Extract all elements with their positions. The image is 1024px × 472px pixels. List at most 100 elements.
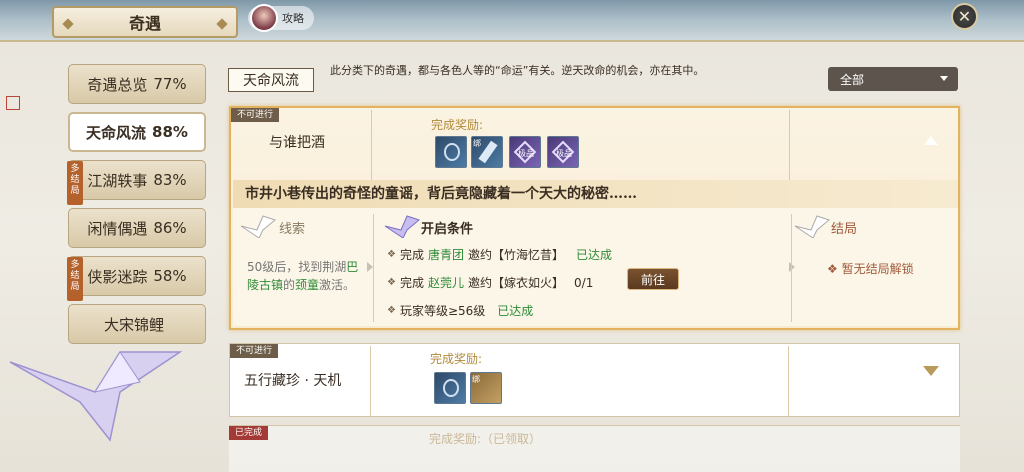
seal-stamp-icon — [6, 96, 20, 110]
condition-text: 邀约【竹海忆昔】 — [468, 248, 565, 262]
bullet-icon: ❖ — [827, 262, 838, 276]
clue-text: 50级后，找到荆湖巴陵古镇的颈童激活。 — [247, 258, 359, 294]
card-title: 五行藏珍 · 天机 — [244, 373, 342, 389]
condition-progress: 0/1 — [574, 275, 594, 290]
bound-label: 绑 — [473, 139, 481, 148]
condition-row: ❖ 完成 唐青团 邀约【竹海忆昔】 已达成 — [387, 246, 612, 263]
condition-npc: 唐青团 — [427, 248, 464, 262]
conditions-heading: 开启条件 — [421, 222, 474, 237]
clue-text-part: 50级后，找到荆湖 — [247, 260, 347, 274]
condition-status: 已达成 — [576, 248, 613, 262]
adventure-card-expanded: 不可进行 与谁把酒 完成奖励: 绑 极品 极品 市井小巷传出的奇怪的童谣，背后竟… — [229, 106, 960, 330]
condition-text: 邀约【嫁衣如火】 — [468, 276, 565, 290]
ending-value: 暂无结局解锁 — [841, 262, 914, 276]
sidebar-item-label: 江湖轶事 — [87, 171, 148, 190]
ending-text: ❖ 暂无结局解锁 — [827, 260, 914, 277]
filter-dropdown[interactable]: 全部 — [828, 67, 958, 91]
guide-button[interactable]: 攻略 — [248, 4, 314, 32]
category-description: 此分类下的奇遇，都与各色人等的“命运”有关。逆天改命的机会，亦在其中。 — [330, 64, 705, 77]
sidebar-item-percent: 77% — [153, 75, 187, 93]
sidebar-item-label: 天命风流 — [86, 123, 147, 142]
close-button[interactable]: ✕ — [951, 3, 978, 30]
status-badge: 已完成 — [229, 426, 269, 440]
chevron-down-icon — [940, 76, 948, 81]
paper-crane-icon — [384, 215, 421, 238]
compass-icon — [444, 143, 460, 161]
expand-arrow-icon[interactable] — [923, 366, 939, 376]
reward-label: 完成奖励: — [430, 352, 483, 366]
condition-row: ❖ 玩家等级≥56级 已达成 — [387, 302, 533, 319]
compass-icon — [443, 379, 459, 397]
item-quality-label: 极品 — [518, 149, 534, 158]
condition-status: 已达成 — [497, 304, 534, 318]
sidebar-item-percent: 83% — [153, 171, 187, 189]
divider — [371, 110, 372, 180]
adventure-card[interactable]: 不可进行 五行藏珍 · 天机 完成奖励: 绑 — [229, 343, 960, 417]
divider — [373, 214, 374, 322]
paper-crane-icon — [9, 351, 183, 442]
divider — [788, 346, 789, 416]
status-badge: 不可进行 — [231, 108, 280, 122]
clue-heading: 线索 — [279, 222, 306, 237]
item-quality-label: 极品 — [556, 149, 572, 158]
clue-npc: 颈童 — [295, 278, 320, 292]
divider — [789, 110, 790, 180]
status-badge: 不可进行 — [230, 344, 279, 358]
story-hook: 市井小巷传出的奇怪的童谣，背后竟隐藏着一个天大的秘密…… — [233, 180, 958, 208]
clue-text-part: 的 — [283, 278, 296, 292]
close-icon: ✕ — [957, 7, 972, 26]
bullet-icon: ❖ — [387, 249, 396, 260]
filter-selected: 全部 — [840, 72, 865, 87]
sidebar-item-xianqing[interactable]: 闲情偶遇 86% — [68, 208, 206, 248]
scroll-icon — [478, 140, 498, 164]
go-to-button[interactable]: 前往 — [627, 268, 679, 290]
window-title: 奇遇 — [128, 14, 161, 33]
adventure-card[interactable]: 已完成 完成奖励:（已领取） — [229, 425, 960, 472]
condition-text: 玩家等级≥56级 — [399, 304, 486, 318]
ornament-icon — [216, 18, 228, 30]
sidebar-item-percent: 88% — [152, 123, 188, 141]
chevron-right-icon — [789, 262, 795, 272]
sidebar-item-tianming[interactable]: 天命风流 88% — [68, 112, 206, 152]
reward-item-icon[interactable]: 极品 — [547, 136, 579, 168]
top-bar: 奇遇 攻略 ✕ — [0, 0, 1024, 42]
reward-item-icon[interactable] — [434, 372, 466, 404]
reward-item-icon[interactable] — [435, 136, 467, 168]
condition-row: ❖ 完成 赵莞儿 邀约【嫁衣如火】 0/1 — [387, 274, 593, 291]
sidebar-item-label: 奇遇总览 — [87, 75, 148, 94]
category-title: 天命风流 — [228, 68, 314, 92]
card-title: 与谁把酒 — [269, 135, 325, 151]
sidebar-item-percent: 86% — [153, 219, 187, 237]
condition-text: 完成 — [399, 276, 424, 290]
bound-label: 绑 — [472, 375, 480, 384]
clue-text-part: 激活。 — [319, 278, 356, 292]
multi-ending-badge: 多结局 — [67, 161, 83, 205]
condition-text: 完成 — [399, 248, 424, 262]
sidebar-item-label: 侠影迷踪 — [87, 267, 148, 286]
reward-label: 完成奖励:（已领取） — [429, 432, 542, 446]
window-title-tab: 奇遇 — [52, 6, 238, 38]
divider — [791, 214, 792, 322]
reward-item-icon[interactable]: 绑 — [471, 136, 503, 168]
multi-ending-badge: 多结局 — [67, 257, 83, 301]
sidebar-item-overview[interactable]: 奇遇总览 77% — [68, 64, 206, 104]
reward-item-icon[interactable]: 极品 — [509, 136, 541, 168]
reward-label: 完成奖励: — [431, 118, 484, 132]
bullet-icon: ❖ — [387, 277, 396, 288]
ornament-icon — [62, 18, 74, 30]
paper-crane-icon — [794, 215, 831, 238]
sidebar-item-xiaying[interactable]: 多结局 侠影迷踪 58% — [67, 256, 206, 301]
sidebar-item-jianghu[interactable]: 多结局 江湖轶事 83% — [67, 160, 206, 205]
collapse-arrow-icon[interactable] — [924, 136, 938, 145]
sidebar-item-percent: 58% — [153, 267, 187, 285]
sidebar-item-label: 闲情偶遇 — [87, 219, 148, 238]
guide-label: 攻略 — [282, 12, 304, 25]
condition-npc: 赵莞儿 — [427, 276, 464, 290]
ending-heading: 结局 — [831, 222, 858, 237]
paper-crane-icon — [240, 215, 277, 238]
card-detail-panel: 线索 50级后，找到荆湖巴陵古镇的颈童激活。 开启条件 ❖ 完成 唐青团 邀约【竹海忆… — [233, 208, 958, 326]
bullet-icon: ❖ — [387, 305, 396, 316]
divider — [370, 346, 371, 416]
avatar — [250, 4, 278, 32]
reward-item-icon[interactable]: 绑 — [470, 372, 502, 404]
